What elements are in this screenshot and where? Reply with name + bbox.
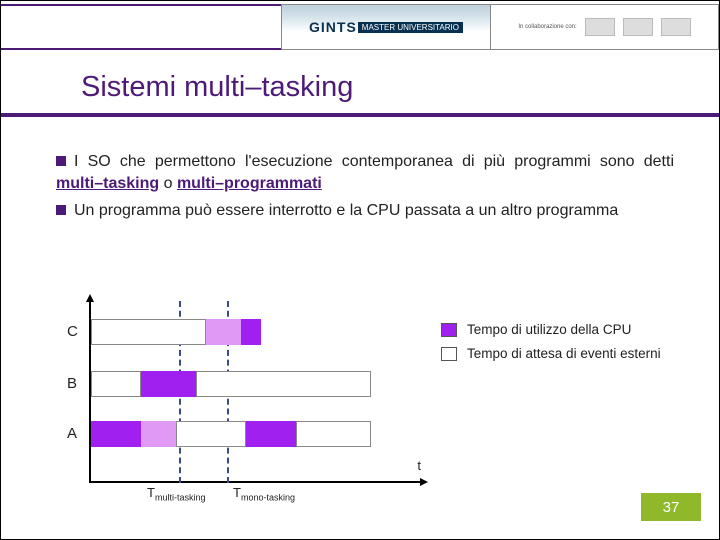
page-title: Sistemi multi–tasking	[81, 71, 353, 104]
row-a	[91, 421, 341, 447]
legend-wait: Tempo di attesa di eventi esterni	[441, 345, 676, 363]
page-number: 37	[641, 493, 701, 521]
bullet-1: I SO che permettono l'esecuzione contemp…	[56, 151, 674, 196]
partner-logo	[661, 18, 691, 36]
partner-logo	[585, 18, 615, 36]
swatch-wait-icon	[441, 347, 457, 361]
legend: Tempo di utilizzo della CPU Tempo di att…	[441, 321, 676, 369]
bullet-icon	[56, 205, 66, 215]
marker-monotasking: Tmono-tasking	[233, 485, 295, 503]
legend-cpu-label: Tempo di utilizzo della CPU	[467, 321, 631, 339]
bullet-icon	[56, 156, 66, 166]
legend-cpu: Tempo di utilizzo della CPU	[441, 321, 676, 339]
row-label-b: B	[67, 375, 77, 392]
header: GINTS MASTER UNIVERSITARIO In collaboraz…	[1, 4, 719, 50]
text: I SO che permettono l'esecuzione contemp…	[74, 153, 674, 170]
axis-x	[89, 481, 421, 483]
bullet-2: Un programma può essere interrotto e la …	[56, 200, 674, 222]
brand-name: GINTS	[309, 19, 357, 35]
title-rule	[1, 113, 719, 117]
brand-logo: GINTS MASTER UNIVERSITARIO	[281, 4, 491, 50]
row-c	[91, 319, 341, 345]
body-text: I SO che permettono l'esecuzione contemp…	[56, 151, 674, 226]
timeline-chart: C B A t Tmulti-tasking Tmono-tasking	[61, 301, 421, 501]
partner-logo	[623, 18, 653, 36]
row-b	[91, 371, 341, 397]
marker-multitasking: Tmulti-tasking	[147, 485, 205, 503]
collab-block: In collaborazione con:	[490, 4, 719, 50]
row-label-c: C	[67, 323, 78, 340]
swatch-cpu-icon	[441, 323, 457, 337]
term-multiprogrammati: multi–programmati	[177, 175, 322, 192]
text: o	[159, 175, 177, 192]
text: Un programma può essere interrotto e la …	[74, 202, 618, 219]
term-multitasking: multi–tasking	[56, 175, 159, 192]
brand-badge: MASTER UNIVERSITARIO	[358, 22, 463, 33]
axis-x-label: t	[417, 458, 421, 473]
legend-wait-label: Tempo di attesa di eventi esterni	[467, 345, 661, 363]
collab-label: In collaborazione con:	[518, 24, 576, 30]
row-label-a: A	[67, 425, 77, 442]
